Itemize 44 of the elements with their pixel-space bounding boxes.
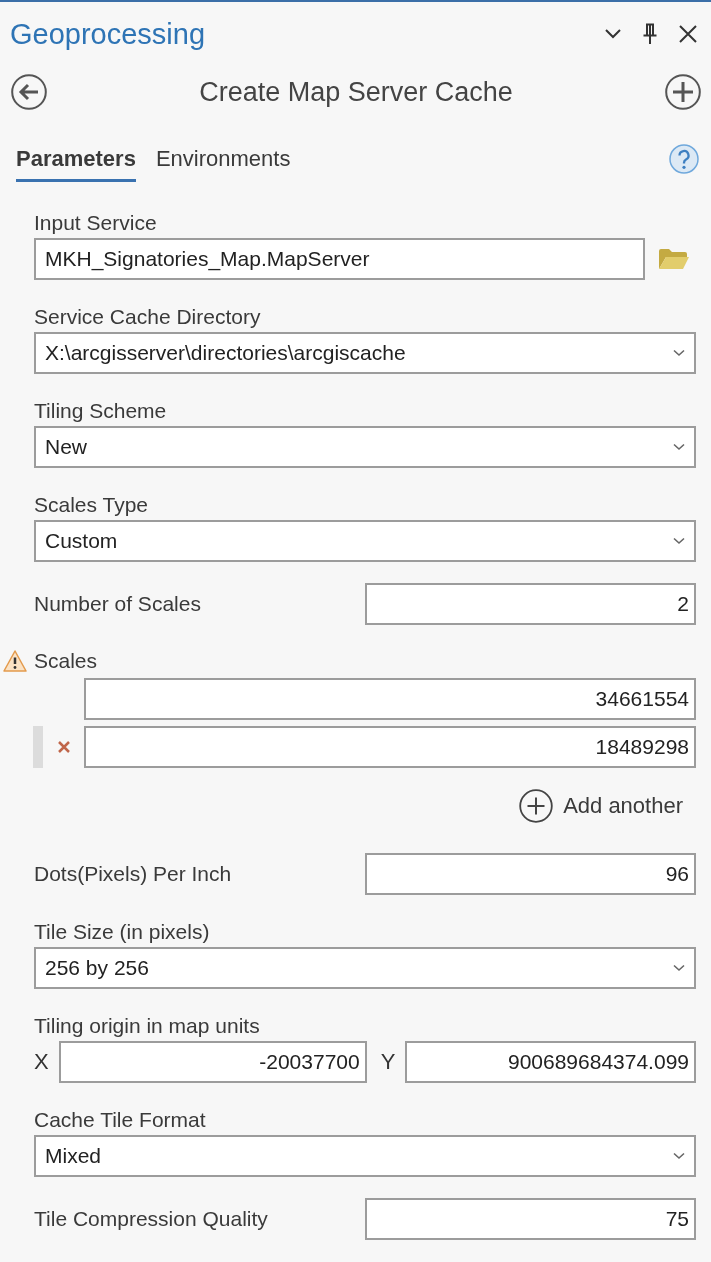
- pin-icon[interactable]: [642, 23, 658, 45]
- help-icon[interactable]: [669, 144, 699, 174]
- input-field[interactable]: 96: [365, 853, 696, 895]
- parameter-label: Service Cache Directory: [34, 304, 262, 330]
- add-another-button[interactable]: Add another: [519, 786, 683, 826]
- dropdown[interactable]: X:\arcgisserver\directories\arcgiscache: [34, 332, 696, 374]
- parameter-label: Tiling Scheme: [34, 398, 168, 424]
- chevron-down-icon: [673, 443, 685, 451]
- parameter-label: Dots(Pixels) Per Inch: [34, 861, 233, 887]
- axis-label: Y: [380, 1049, 396, 1075]
- input-field[interactable]: 900689684374.099: [405, 1041, 696, 1083]
- chevron-down-icon: [673, 964, 685, 972]
- panel-title: Geoprocessing: [10, 17, 207, 51]
- dropdown[interactable]: New: [34, 426, 696, 468]
- parameter-label: Tile Compression Quality: [34, 1206, 269, 1232]
- plus-circle-icon[interactable]: [665, 74, 701, 110]
- input-field[interactable]: 2: [365, 583, 696, 625]
- input-field[interactable]: 75: [365, 1198, 696, 1240]
- tab[interactable]: Environments: [155, 146, 291, 182]
- tab[interactable]: Parameters: [16, 146, 136, 182]
- chevron-down-icon: [673, 349, 685, 357]
- chevron-down-icon[interactable]: [604, 28, 622, 40]
- parameter-label: Cache Tile Format: [34, 1107, 207, 1133]
- tool-title: Create Map Server Cache: [198, 76, 514, 108]
- dropdown[interactable]: 256 by 256: [34, 947, 696, 989]
- parameter-label: Input Service: [34, 210, 158, 236]
- dropdown[interactable]: Custom: [34, 520, 696, 562]
- parameter-label: Tiling origin in map units: [34, 1013, 261, 1039]
- dropdown[interactable]: Mixed: [34, 1135, 696, 1177]
- parameter-label: Scales: [34, 648, 98, 674]
- axis-label: X: [34, 1049, 49, 1075]
- input-field[interactable]: 18489298: [84, 726, 696, 768]
- parameter-label: Tile Size (in pixels): [34, 919, 211, 945]
- chevron-down-icon: [673, 537, 685, 545]
- chevron-down-icon: [673, 1152, 685, 1160]
- remove-icon[interactable]: [57, 740, 71, 754]
- parameter-label: Scales Type: [34, 492, 149, 518]
- input-field[interactable]: 34661554: [84, 678, 696, 720]
- input-field[interactable]: -20037700: [58, 1041, 367, 1083]
- parameter-label: Number of Scales: [34, 591, 202, 617]
- back-arrow-icon[interactable]: [11, 74, 47, 110]
- plus-circle-icon: [519, 789, 554, 823]
- input-field[interactable]: MKH_Signatories_Map.MapServer: [34, 238, 645, 280]
- close-icon[interactable]: [678, 24, 698, 44]
